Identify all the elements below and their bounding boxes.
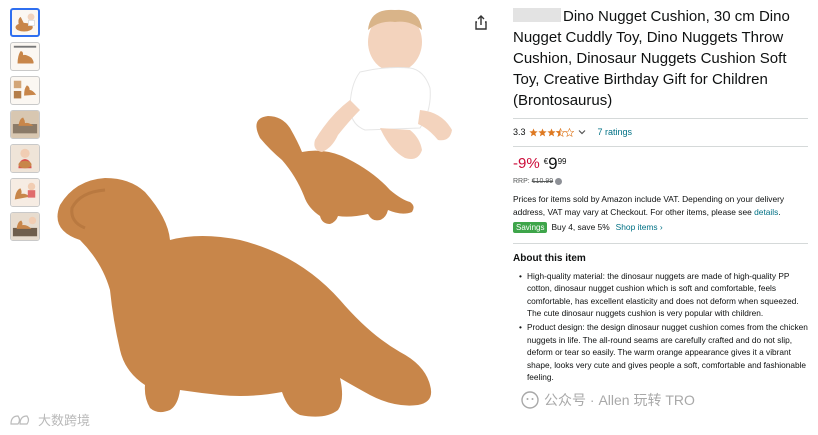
thumbnail-1[interactable] xyxy=(10,8,40,37)
price-whole: 9 xyxy=(548,154,558,173)
thumbnail-7[interactable] xyxy=(10,212,40,241)
savings-text: Buy 4, save 5% xyxy=(551,222,610,233)
watermark-logo-icon xyxy=(8,412,34,428)
redacted-brand xyxy=(513,8,561,22)
vat-notice: Prices for items sold by Amazon include … xyxy=(513,193,808,219)
vat-text: Prices for items sold by Amazon include … xyxy=(513,194,785,217)
rrp-value: €10.99 xyxy=(531,178,554,185)
star-full-icon xyxy=(528,127,538,137)
divider xyxy=(513,146,808,147)
star-full-icon xyxy=(537,127,547,137)
thumbnail-2[interactable] xyxy=(10,42,40,71)
star-rating[interactable] xyxy=(528,127,574,137)
main-product-image[interactable] xyxy=(50,0,470,435)
watermark-right-text: 公众号 · Allen 玩转 TRO xyxy=(544,392,695,408)
shop-items-link[interactable]: Shop items › xyxy=(616,222,663,232)
watermark-right: 公众号 · Allen 玩转 TRO xyxy=(520,390,695,410)
rating-value: 3.3 xyxy=(513,127,526,137)
about-bullets: High-quality material: the dinosaur nugg… xyxy=(513,270,808,384)
thumbnail-strip xyxy=(10,8,42,246)
watermark-left: 大数跨境 xyxy=(8,410,90,429)
share-icon[interactable] xyxy=(472,14,490,32)
star-empty-icon xyxy=(564,127,574,137)
thumbnail-4[interactable] xyxy=(10,110,40,139)
watermark-left-text: 大数跨境 xyxy=(38,413,91,428)
price-row: -9% € 9 99 xyxy=(513,155,808,175)
thumbnail-6[interactable] xyxy=(10,178,40,207)
discount-percent: -9% xyxy=(513,155,540,172)
product-title: Dino Nugget Cushion, 30 cm Dino Nugget C… xyxy=(513,6,808,111)
rrp-row: RRP: €10.99 xyxy=(513,178,808,185)
vat-details-link[interactable]: details xyxy=(754,207,778,217)
ratings-count-link[interactable]: 7 ratings xyxy=(598,127,633,137)
thumbnail-3[interactable] xyxy=(10,76,40,105)
thumbnail-5[interactable] xyxy=(10,144,40,173)
bullet-item: Product design: the design dinosaur nugg… xyxy=(519,321,808,384)
divider xyxy=(513,242,808,244)
price-fraction: 99 xyxy=(557,157,567,166)
star-half-icon xyxy=(555,127,565,137)
rating-row: 3.3 7 ratings xyxy=(513,125,808,139)
savings-badge: Savings xyxy=(513,221,548,233)
divider xyxy=(513,118,808,119)
vat-end: . xyxy=(778,206,781,217)
bullet-item: High-quality material: the dinosaur nugg… xyxy=(519,270,808,320)
star-full-icon xyxy=(546,127,556,137)
wechat-icon xyxy=(520,390,540,410)
chevron-down-icon[interactable] xyxy=(578,128,586,136)
product-title-text: Dino Nugget Cushion, 30 cm Dino Nugget C… xyxy=(513,8,790,109)
rrp-label: RRP: xyxy=(513,178,530,185)
savings-row: Savings Buy 4, save 5% Shop items › xyxy=(513,221,808,233)
product-info: Dino Nugget Cushion, 30 cm Dino Nugget C… xyxy=(513,6,808,385)
about-heading: About this item xyxy=(513,252,586,264)
info-icon[interactable] xyxy=(555,178,563,185)
